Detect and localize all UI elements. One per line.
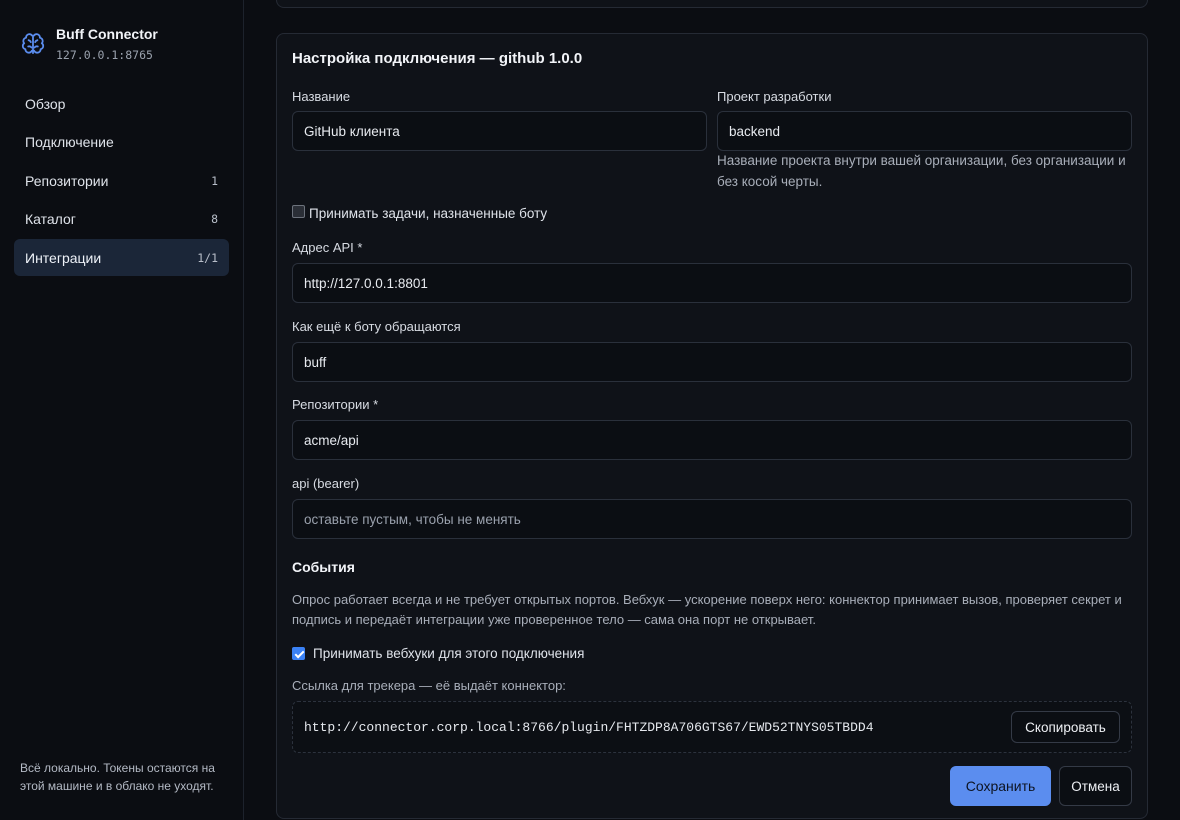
api-address-label: Адрес API *: [292, 240, 363, 255]
events-description: Опрос работает всегда и не требует откры…: [292, 592, 1122, 627]
sidebar-item-label: Подключение: [25, 134, 114, 150]
brand-title: Buff Connector: [56, 26, 158, 42]
aliases-input[interactable]: [292, 342, 1132, 382]
sidebar-item-label: Каталог: [25, 211, 76, 227]
aliases-label: Как ещё к боту обращаются: [292, 319, 461, 334]
accept-tasks-checkbox[interactable]: [292, 205, 305, 218]
token-label: api (bearer): [292, 476, 360, 491]
sidebar: Buff Connector 127.0.0.1:8765 Обзор Подк…: [0, 0, 244, 820]
integration-settings-card: Настройка подключения — github 1.0.0 Наз…: [276, 33, 1148, 819]
sidebar-item-label: Обзор: [25, 95, 66, 112]
sidebar-item-count: 1: [211, 173, 218, 188]
project-hint: Название проекта внутри вашей организаци…: [717, 153, 1126, 189]
sidebar-item-label: Интеграции: [25, 249, 102, 266]
brand: Buff Connector 127.0.0.1:8765: [20, 26, 158, 62]
brand-address: 127.0.0.1:8765: [56, 48, 153, 62]
webhook-checkbox[interactable]: [292, 647, 305, 660]
name-input[interactable]: [292, 111, 707, 151]
sidebar-nav: Обзор Подключение Репозитории 1 Каталог …: [14, 85, 229, 278]
project-input[interactable]: [717, 111, 1132, 151]
repositories-label: Репозитории *: [292, 397, 379, 412]
sidebar-item-integrations[interactable]: Интеграции 1/1: [14, 239, 229, 276]
webhook-label: Принимать вебхуки для этого подключения: [313, 646, 585, 661]
name-label: Название: [292, 89, 351, 104]
accept-tasks-label: Принимать задачи, назначенные боту: [309, 206, 548, 221]
card-title: Настройка подключения — github 1.0.0: [292, 50, 583, 67]
sidebar-item-repositories[interactable]: Репозитории 1: [14, 162, 229, 199]
sidebar-footer-note: Всё локально. Токены остаются на этой ма…: [20, 761, 215, 793]
project-label: Проект разработки: [717, 89, 832, 104]
tracker-link-label: Ссылка для трекера — её выдаёт коннектор…: [292, 678, 566, 693]
sidebar-item-connection[interactable]: Подключение: [14, 124, 229, 161]
sidebar-item-count: 8: [211, 212, 218, 226]
repositories-input[interactable]: [292, 420, 1132, 460]
webhook-url: http://connector.corp.local:8766/plugin/…: [304, 720, 874, 735]
webhook-url-box: http://connector.corp.local:8766/plugin/…: [292, 701, 1132, 753]
brain-logo-icon: [21, 33, 45, 54]
accept-tasks-row[interactable]: Принимать задачи, назначенные боту: [292, 205, 548, 221]
token-input[interactable]: [292, 499, 1132, 539]
cancel-button[interactable]: Отмена: [1059, 766, 1132, 806]
events-title: События: [292, 559, 355, 575]
previous-card: [276, 0, 1148, 8]
api-address-input[interactable]: [292, 263, 1132, 303]
save-button[interactable]: Сохранить: [950, 766, 1051, 806]
sidebar-item-overview[interactable]: Обзор: [14, 85, 229, 122]
sidebar-item-label: Репозитории: [25, 172, 109, 189]
sidebar-item-count: 1/1: [197, 250, 218, 265]
webhook-row[interactable]: Принимать вебхуки для этого подключения: [292, 646, 584, 661]
copy-button[interactable]: Скопировать: [1011, 711, 1120, 743]
sidebar-item-catalog[interactable]: Каталог 8: [14, 201, 229, 238]
